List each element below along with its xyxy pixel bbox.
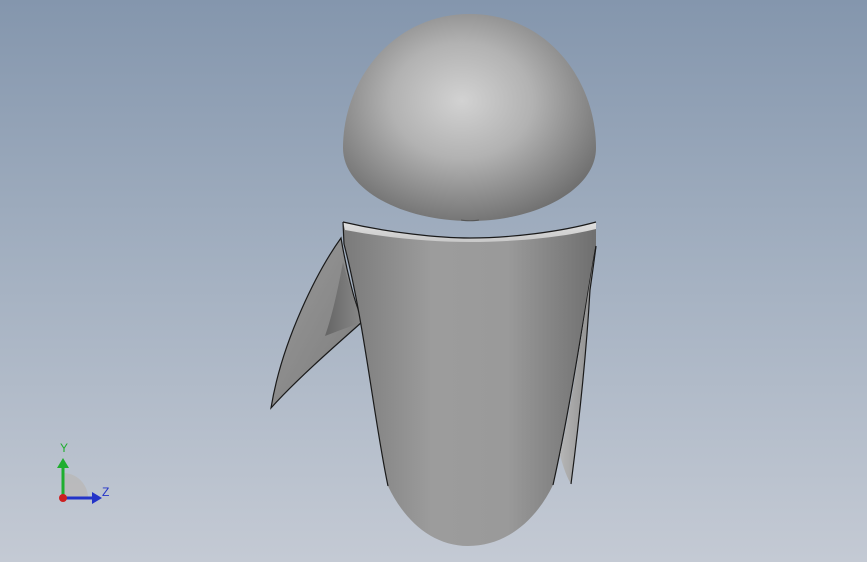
body-shell[interactable] [342, 221, 597, 546]
y-axis-label: Y [60, 441, 69, 455]
triad-origin [59, 494, 67, 502]
head-dome[interactable] [343, 14, 596, 222]
z-axis-arrowhead [92, 492, 102, 504]
eve-robot-model[interactable] [0, 0, 867, 562]
graphics-viewport[interactable]: Y Z [0, 0, 867, 562]
y-axis-arrowhead [57, 458, 69, 468]
orientation-triad[interactable]: Y Z [40, 438, 130, 518]
triad-plane-arc [63, 473, 88, 498]
z-axis-label: Z [102, 485, 110, 499]
